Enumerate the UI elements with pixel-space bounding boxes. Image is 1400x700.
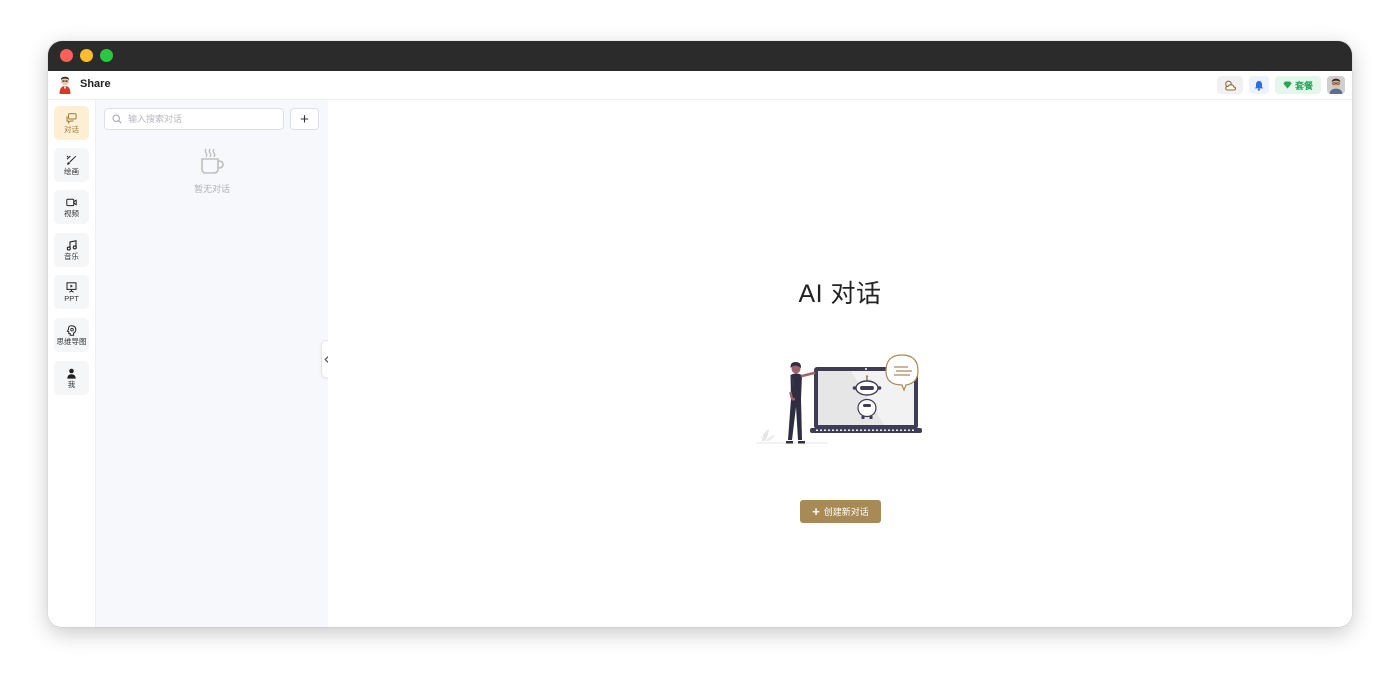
nav-item-paint[interactable]: 绘画 [54,148,89,182]
bell-icon [1254,80,1264,91]
nav-label-chat: 对话 [64,124,79,134]
music-note-icon [66,239,77,251]
new-conversation-button[interactable]: + 创建新对话 [800,500,881,523]
empty-state-text: 暂无对话 [193,184,230,194]
module-nav: 对话 绘画 视频 音乐 PPT 思维导图 我 [48,100,96,627]
nav-label-paint: 绘画 [64,166,79,176]
app-logo [59,76,71,94]
search-box[interactable] [104,108,284,130]
nav-label-music: 音乐 [64,251,79,261]
plan-button[interactable]: 套餐 [1275,76,1321,94]
app-content: 对话 绘画 视频 音乐 PPT 思维导图 我 输入搜索对话 + 暂无对话 AI … [48,100,1352,627]
nav-label-video: 视频 [64,208,79,218]
search-input[interactable] [126,113,280,125]
user-icon [67,368,76,379]
avatar-image [1327,76,1345,94]
nav-label-ppt: PPT [64,293,79,303]
new-conversation-label: 创建新对话 [823,507,869,517]
add-label: + [300,110,309,128]
chat-icon [66,112,77,124]
add-conversation-button[interactable]: + [290,108,319,130]
paint-brush-icon [66,155,77,165]
video-icon [66,198,77,206]
diamond-icon [1283,81,1292,89]
app-name: Share [80,78,111,90]
nav-label-me: 我 [67,379,76,389]
nav-item-video[interactable]: 视频 [54,190,89,224]
coffee-cup-icon [201,148,224,174]
window-titlebar [48,41,1352,71]
maximize-window-button[interactable] [100,49,113,62]
nav-item-me[interactable]: 我 [54,361,89,395]
page-title: AI 对话 [798,280,882,308]
nav-item-ppt[interactable]: PPT [54,275,89,309]
plan-label: 套餐 [1294,80,1313,91]
notification-button[interactable] [1249,76,1269,94]
theme-toggle-button[interactable] [1217,76,1243,94]
mind-map-icon [66,324,77,336]
nav-label-mindmap: 思维导图 [56,336,87,346]
nav-item-music[interactable]: 音乐 [54,233,89,267]
conversation-panel: + 暂无对话 [96,100,328,627]
close-window-button[interactable] [60,49,73,62]
app-window: Share 套餐 对话 绘画 视频 音乐 PPT 思维导图 我 输入搜索对话 +… [48,41,1352,627]
main-area: AI 对话 + 创建新对话 [328,100,1352,627]
nav-item-mindmap[interactable]: 思维导图 [54,318,89,352]
plus-icon: + [812,503,820,519]
app-header: Share 套餐 [48,71,1352,100]
user-avatar[interactable] [1327,76,1345,94]
nav-item-chat[interactable]: 对话 [54,106,89,140]
search-icon [112,114,122,124]
presentation-icon [66,281,77,293]
weather-icon [1224,80,1236,91]
ai-chat-illustration [756,354,922,444]
minimize-window-button[interactable] [80,49,93,62]
